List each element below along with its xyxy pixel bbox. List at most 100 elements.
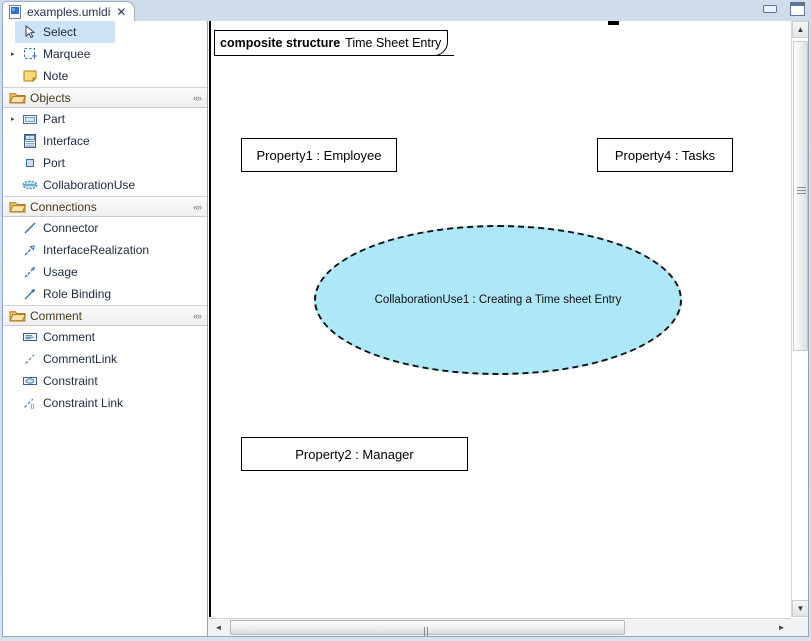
collapse-pin-icon[interactable]: «» bbox=[193, 93, 201, 103]
comment-icon bbox=[20, 329, 40, 345]
palette-item-label: Port bbox=[43, 156, 65, 170]
port-icon bbox=[20, 155, 40, 171]
folder-icon bbox=[9, 307, 26, 324]
offscreen-node-stub bbox=[608, 21, 619, 25]
svg-text:u: u bbox=[26, 273, 28, 278]
palette-item-comment[interactable]: Comment bbox=[3, 326, 207, 348]
palette-section-comment[interactable]: Comment«» bbox=[3, 305, 207, 326]
scroll-up-icon[interactable]: ▲ bbox=[792, 21, 809, 38]
part-icon bbox=[20, 111, 40, 127]
palette-item-label: InterfaceRealization bbox=[43, 243, 149, 257]
scrollbar-corner bbox=[791, 618, 808, 636]
collaboration-use-icon bbox=[20, 177, 40, 193]
maximize-button[interactable] bbox=[790, 2, 805, 16]
canvas-horizontal-scrollbar[interactable]: ◄ ► bbox=[208, 618, 808, 636]
svg-text:I: I bbox=[27, 250, 28, 255]
scroll-left-icon[interactable]: ◄ bbox=[210, 619, 227, 636]
palette-item-select[interactable]: Select bbox=[15, 21, 115, 43]
diagram-node-label: Property1 : Employee bbox=[256, 148, 381, 163]
palette-item-label: Constraint bbox=[43, 374, 98, 388]
palette-panel: Select▸MarqueeNoteObjects«»▸PartIInterfa… bbox=[2, 21, 208, 637]
palette-item-interfacerealization[interactable]: I InterfaceRealization bbox=[3, 239, 207, 261]
chevron-right-icon[interactable]: ▸ bbox=[11, 116, 20, 123]
window-buttons bbox=[763, 2, 805, 16]
palette-item-port[interactable]: Port bbox=[3, 152, 207, 174]
svg-text:{}: {} bbox=[31, 404, 35, 410]
collapse-pin-icon[interactable]: «» bbox=[193, 202, 201, 212]
palette-item-role-binding[interactable]: Role Binding bbox=[3, 283, 207, 305]
cursor-arrow-icon bbox=[20, 24, 40, 40]
palette-item-constraint[interactable]: Constraint bbox=[3, 370, 207, 392]
diagram-node-property1-employee[interactable]: Property1 : Employee bbox=[241, 138, 397, 172]
palette-item-label: Constraint Link bbox=[43, 396, 123, 410]
diagram-frame-header: composite structure Time Sheet Entry bbox=[214, 30, 448, 56]
palette-item-label: Comment bbox=[43, 330, 95, 344]
palette-section-label: Connections bbox=[30, 200, 193, 214]
constraint-icon bbox=[20, 373, 40, 389]
interface-realization-icon: I bbox=[20, 242, 40, 258]
vertical-thumb-grip bbox=[797, 187, 806, 194]
role-binding-icon bbox=[20, 286, 40, 302]
marquee-icon bbox=[20, 46, 40, 62]
palette-section-label: Objects bbox=[30, 91, 193, 105]
palette-item-note[interactable]: Note bbox=[3, 65, 207, 87]
interface-icon: I bbox=[20, 133, 40, 149]
diagram-node-label: Property4 : Tasks bbox=[615, 148, 715, 163]
palette-item-label: CollaborationUse bbox=[43, 178, 135, 192]
palette-item-label: CommentLink bbox=[43, 352, 117, 366]
frame-underline bbox=[214, 55, 454, 56]
connector-icon bbox=[20, 220, 40, 236]
scroll-right-icon[interactable]: ► bbox=[773, 619, 790, 636]
folder-icon bbox=[9, 89, 26, 106]
palette-section-label: Comment bbox=[30, 309, 193, 323]
comment-link-icon bbox=[20, 351, 40, 367]
palette-item-label: Part bbox=[43, 112, 65, 126]
constraint-link-icon: {} bbox=[20, 395, 40, 411]
palette-item-marquee[interactable]: ▸ Marquee bbox=[3, 43, 207, 65]
folder-icon bbox=[9, 198, 26, 215]
palette-item-collaborationuse[interactable]: CollaborationUse bbox=[3, 174, 207, 196]
file-icon bbox=[9, 5, 22, 19]
frame-keyword: composite structure bbox=[220, 36, 340, 50]
eclipse-window: examples.umldi ✕ Select ▸ Marquee Note Objec… bbox=[0, 0, 811, 641]
canvas-vertical-scrollbar[interactable]: ▲ ▼ bbox=[791, 21, 808, 617]
palette-section-objects[interactable]: Objects«» bbox=[3, 87, 207, 108]
diagram-editor: composite structure Time Sheet Entry Col… bbox=[207, 21, 809, 637]
palette-section-connections[interactable]: Connections«» bbox=[3, 196, 207, 217]
window-titlebar: examples.umldi ✕ bbox=[0, 0, 811, 22]
collaboration-use-label: CollaborationUse1 : Creating a Time shee… bbox=[375, 294, 622, 306]
note-icon bbox=[20, 68, 40, 84]
horizontal-thumb-grip bbox=[424, 623, 431, 632]
minimize-button[interactable] bbox=[763, 5, 777, 13]
palette-item-label: Role Binding bbox=[43, 287, 111, 301]
palette-item-label: Note bbox=[43, 69, 68, 83]
collapse-pin-icon[interactable]: «» bbox=[193, 311, 201, 321]
scroll-down-icon[interactable]: ▼ bbox=[792, 600, 809, 617]
diagram-node-label: Property2 : Manager bbox=[295, 447, 414, 462]
palette-body: Select▸MarqueeNoteObjects«»▸PartIInterfa… bbox=[3, 21, 207, 414]
palette-item-label: Connector bbox=[43, 221, 98, 235]
diagram-canvas[interactable]: composite structure Time Sheet Entry Col… bbox=[209, 21, 792, 617]
diagram-node-property4-tasks[interactable]: Property4 : Tasks bbox=[597, 138, 733, 172]
palette-item-label: Usage bbox=[43, 265, 78, 279]
usage-icon: u bbox=[20, 264, 40, 280]
svg-text:I: I bbox=[29, 135, 30, 140]
palette-item-label: Marquee bbox=[43, 47, 90, 61]
palette-item-constraint-link[interactable]: {} Constraint Link bbox=[3, 392, 207, 414]
palette-item-commentlink[interactable]: CommentLink bbox=[3, 348, 207, 370]
close-icon[interactable]: ✕ bbox=[116, 6, 126, 18]
editor-tab-examples-umldi[interactable]: examples.umldi ✕ bbox=[2, 1, 135, 22]
palette-item-usage[interactable]: u Usage bbox=[3, 261, 207, 283]
diagram-node-property2-manager[interactable]: Property2 : Manager bbox=[241, 437, 468, 471]
palette-item-label: Interface bbox=[43, 134, 90, 148]
frame-name: Time Sheet Entry bbox=[345, 36, 441, 50]
chevron-right-icon[interactable]: ▸ bbox=[11, 51, 20, 58]
palette-item-label: Select bbox=[43, 25, 76, 39]
vertical-scroll-thumb[interactable] bbox=[793, 41, 808, 351]
palette-item-part[interactable]: ▸ Part bbox=[3, 108, 207, 130]
palette-item-connector[interactable]: Connector bbox=[3, 217, 207, 239]
palette-item-interface[interactable]: I Interface bbox=[3, 130, 207, 152]
horizontal-scroll-thumb[interactable] bbox=[230, 620, 625, 635]
editor-tab-label: examples.umldi bbox=[27, 5, 110, 19]
collaboration-use-shape[interactable]: CollaborationUse1 : Creating a Time shee… bbox=[314, 225, 682, 375]
